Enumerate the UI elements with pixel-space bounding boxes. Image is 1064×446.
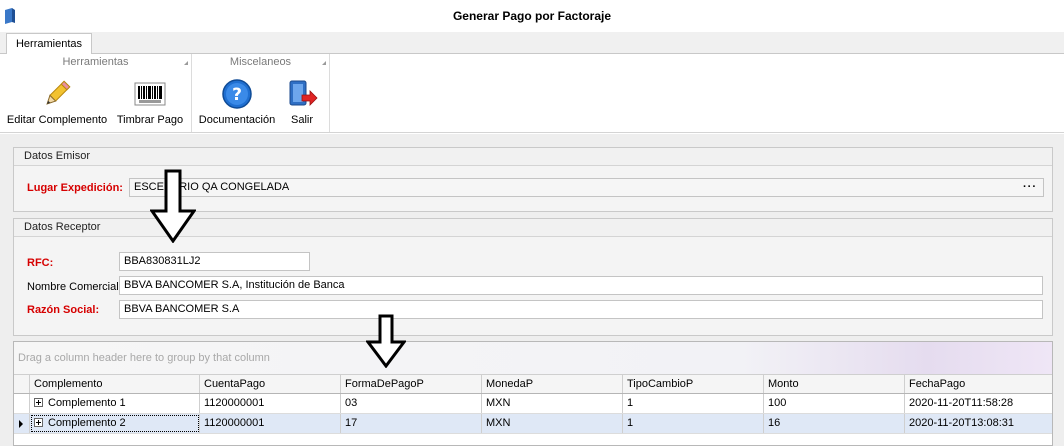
column-header-cuentapago[interactable]: CuentaPago — [200, 375, 341, 393]
window-title: Generar Pago por Factoraje — [452, 9, 612, 23]
group-caption: Herramientas — [62, 56, 129, 68]
expand-icon[interactable] — [34, 398, 43, 407]
cell-complemento[interactable]: Complemento 2 — [30, 414, 200, 433]
emisor-panel-title: Datos Emisor — [14, 148, 1052, 166]
cell-cuentapago[interactable]: 1120000001 — [200, 414, 341, 433]
column-header-tipocambiop[interactable]: TipoCambioP — [623, 375, 764, 393]
editar-complemento-button[interactable]: Editar Complemento — [4, 76, 110, 130]
cell-text: Complemento 1 — [48, 397, 126, 409]
tab-herramientas[interactable]: Herramientas — [6, 33, 92, 55]
header-indicator — [14, 375, 30, 393]
group-launcher-icon[interactable] — [322, 61, 326, 65]
ribbon-group-miscelaneos: Miscelaneos ? Documentación Salir — [192, 54, 330, 132]
annotation-arrow-down-icon — [150, 169, 196, 243]
group-caption: Miscelaneos — [229, 56, 292, 68]
column-header-formadepagop[interactable]: FormaDePagoP — [341, 375, 482, 393]
razon-social-label: Razón Social: — [27, 304, 100, 316]
svg-text:?: ? — [232, 85, 242, 105]
column-header-complemento[interactable]: Complemento — [30, 375, 200, 393]
timbrar-pago-button[interactable]: Timbrar Pago — [114, 76, 186, 130]
cell-tipocambiop[interactable]: 1 — [623, 414, 764, 433]
cell-cuentapago[interactable]: 1120000001 — [200, 394, 341, 413]
group-launcher-icon[interactable] — [184, 61, 188, 65]
cell-formadepagop[interactable]: 17 — [341, 414, 482, 433]
annotation-arrow-down-icon — [366, 314, 406, 368]
column-header-monedap[interactable]: MonedaP — [482, 375, 623, 393]
cell-monto[interactable]: 100 — [764, 394, 905, 413]
lugar-expedicion-label: Lugar Expedición: — [27, 182, 123, 194]
nombre-comercial-field[interactable]: BBVA BANCOMER S.A, Institución de Banca — [119, 276, 1043, 295]
expand-icon[interactable] — [34, 418, 43, 427]
help-icon: ? — [222, 79, 252, 109]
grid-header: Complemento CuentaPago FormaDePagoP Mone… — [14, 375, 1052, 394]
cell-text: Complemento 2 — [48, 417, 126, 429]
lugar-expedicion-browse-button[interactable]: ··· — [1023, 179, 1037, 196]
cell-fechapago[interactable]: 2020-11-20T11:58:28 — [905, 394, 1052, 413]
lugar-expedicion-field[interactable]: ESCENARIO QA CONGELADA ··· — [129, 178, 1044, 197]
cell-tipocambiop[interactable]: 1 — [623, 394, 764, 413]
rfc-field[interactable]: BBA830831LJ2 — [119, 252, 310, 271]
cell-monedap[interactable]: MXN — [482, 394, 623, 413]
ribbon-tab-strip: Herramientas — [0, 32, 1064, 55]
current-row-indicator — [14, 414, 30, 433]
complementos-grid: Drag a column header here to group by th… — [13, 341, 1053, 446]
exit-icon — [289, 80, 318, 106]
cell-formadepagop[interactable]: 03 — [341, 394, 482, 413]
cell-monedap[interactable]: MXN — [482, 414, 623, 433]
column-header-fechapago[interactable]: FechaPago — [905, 375, 1052, 393]
column-header-monto[interactable]: Monto — [764, 375, 905, 393]
razon-social-field[interactable]: BBVA BANCOMER S.A — [119, 300, 1043, 319]
documentacion-button[interactable]: ? Documentación — [196, 76, 278, 130]
ribbon: Herramientas Editar Complemento Timbrar … — [0, 54, 1064, 133]
group-by-panel[interactable]: Drag a column header here to group by th… — [14, 342, 1052, 375]
ribbon-group-herramientas: Herramientas Editar Complemento Timbrar … — [0, 54, 192, 132]
cell-fechapago[interactable]: 2020-11-20T13:08:31 — [905, 414, 1052, 433]
row-indicator — [14, 394, 30, 413]
button-label: Salir — [290, 114, 313, 126]
barcode-icon — [134, 82, 166, 106]
title-bar: Generar Pago por Factoraje — [0, 0, 1064, 32]
salir-button[interactable]: Salir — [280, 76, 324, 130]
button-label: Timbrar Pago — [116, 114, 184, 126]
button-label: Documentación — [198, 114, 276, 126]
button-label: Editar Complemento — [6, 114, 108, 126]
table-row-focused[interactable]: Complemento 2 1120000001 17 MXN 1 16 202… — [14, 414, 1052, 434]
table-row[interactable]: Complemento 1 1120000001 03 MXN 1 100 20… — [14, 394, 1052, 414]
cell-monto[interactable]: 16 — [764, 414, 905, 433]
pencil-icon — [46, 80, 71, 105]
rfc-label: RFC: — [27, 257, 54, 269]
group-by-hint: Drag a column header here to group by th… — [18, 352, 270, 364]
nombre-comercial-label: Nombre Comercial: — [27, 281, 122, 293]
cell-complemento[interactable]: Complemento 1 — [30, 394, 200, 413]
